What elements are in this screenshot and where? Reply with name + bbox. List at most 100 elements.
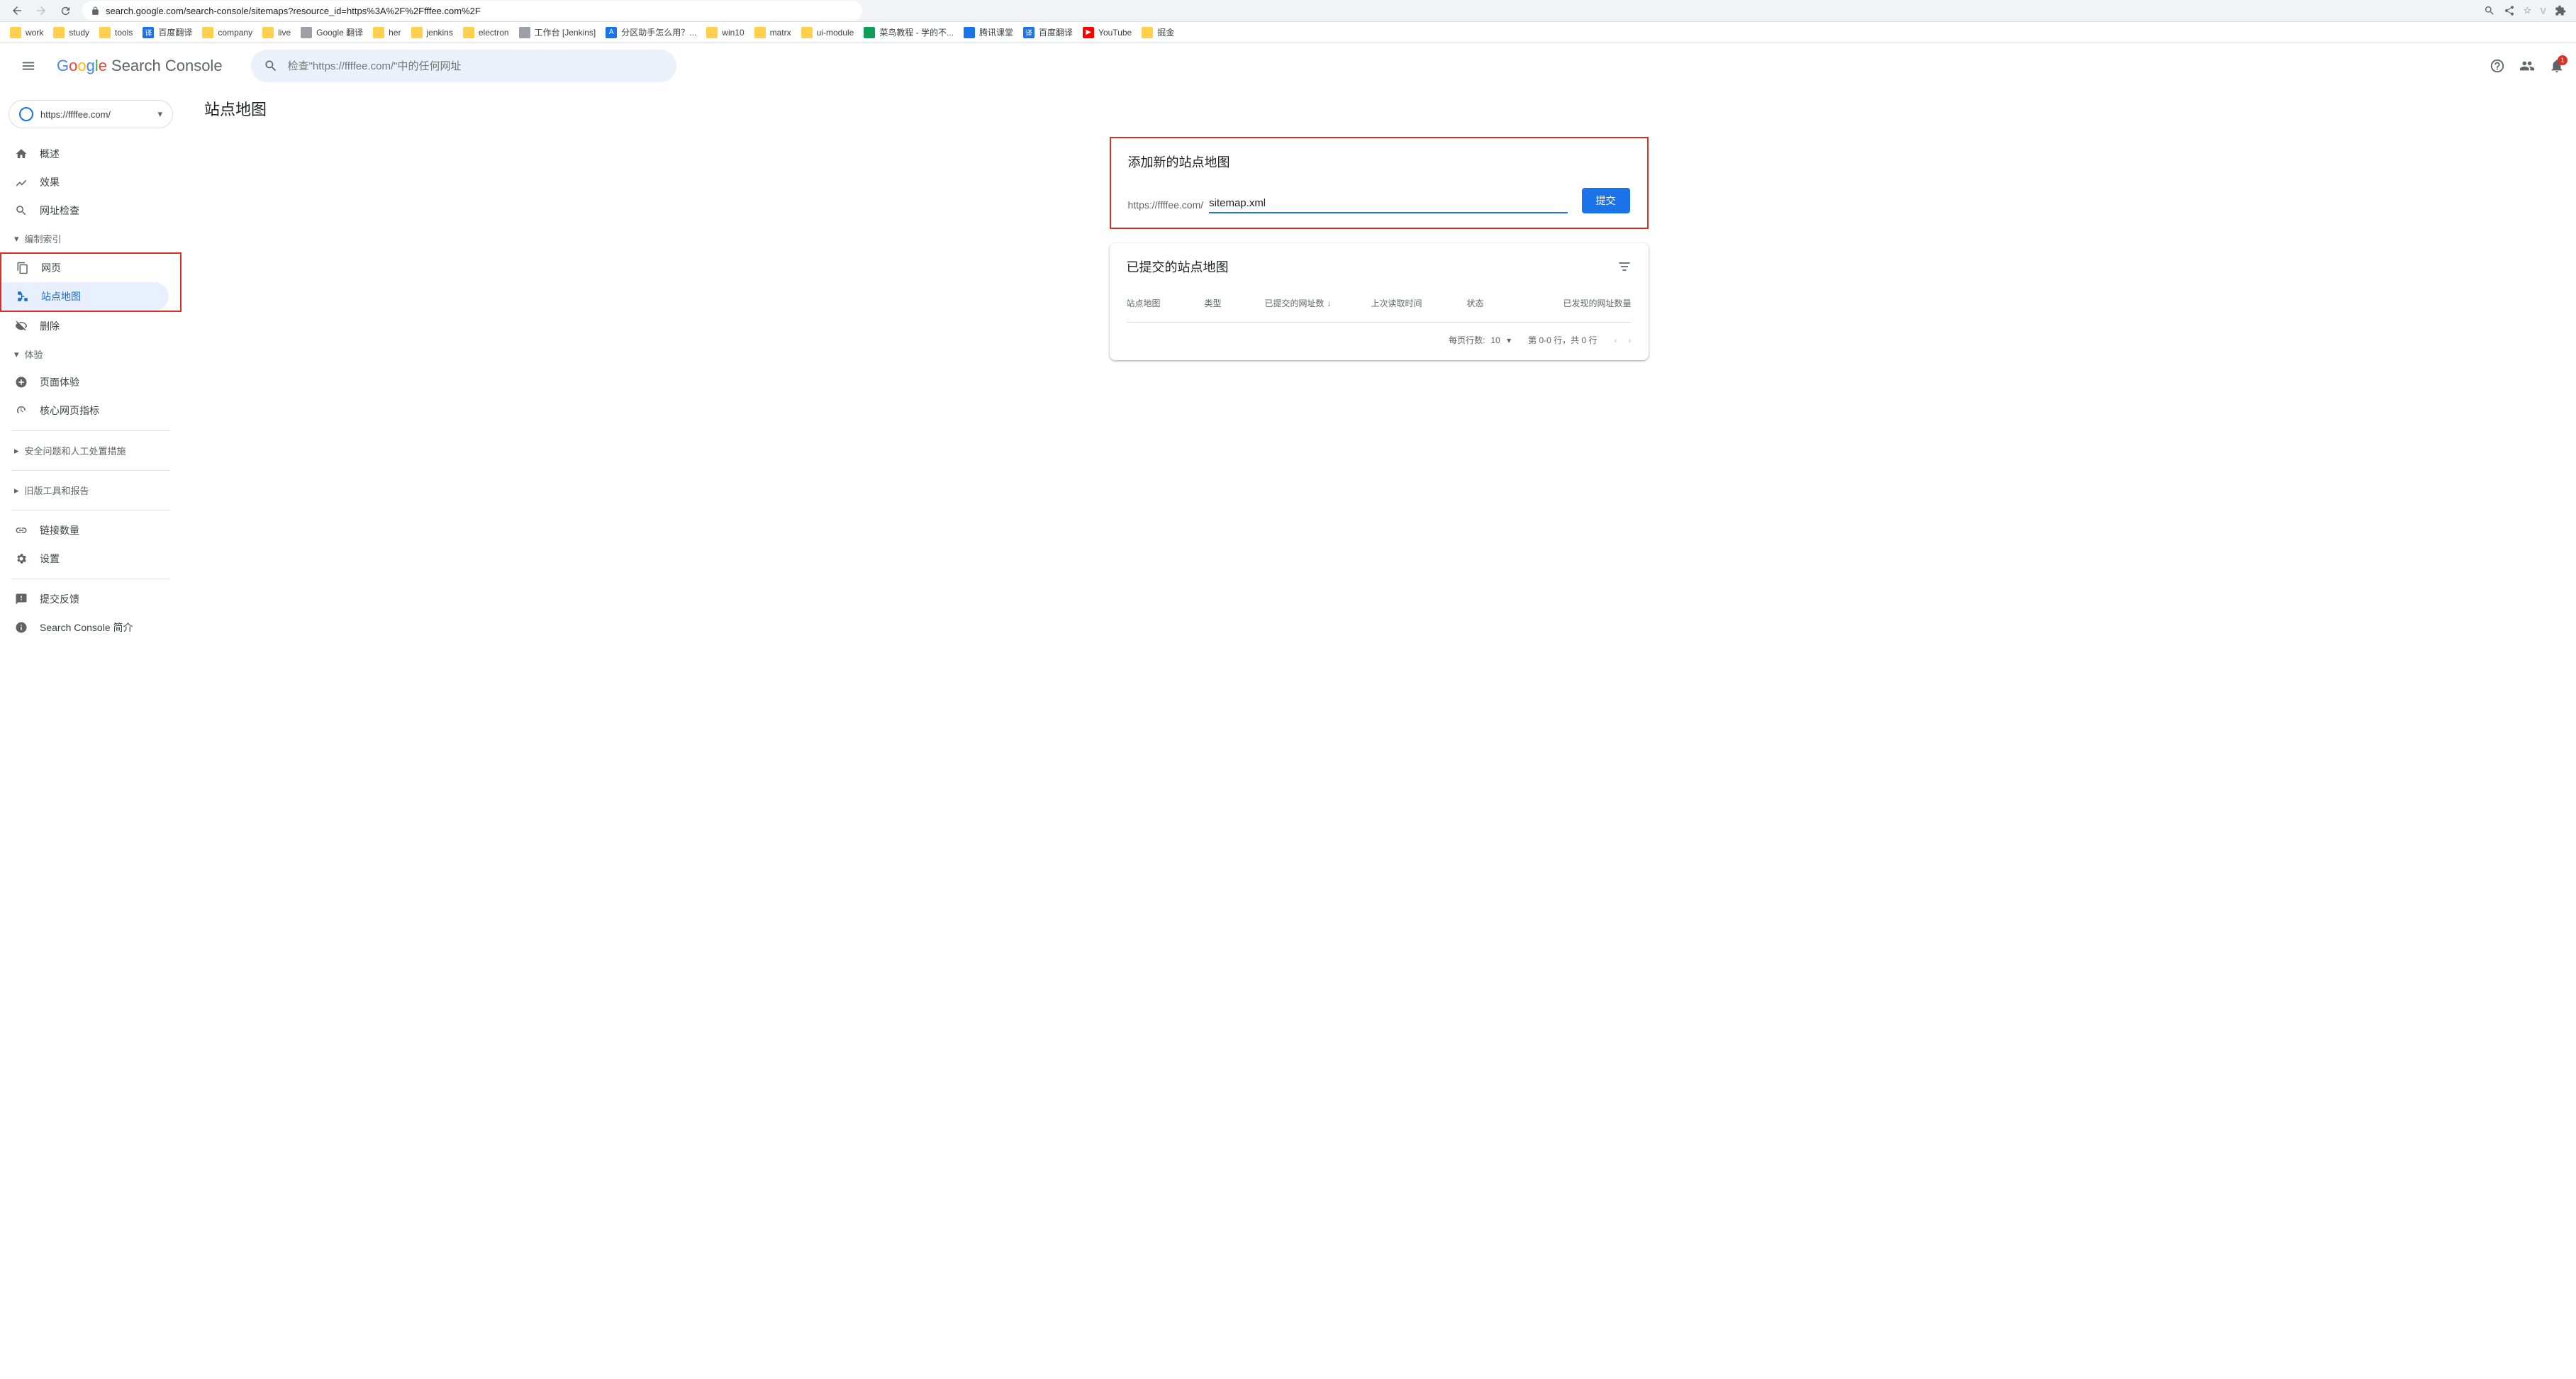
sidebar-item-sitemaps[interactable]: 站点地图: [1, 282, 169, 311]
sidebar-item-links[interactable]: 链接数量: [0, 516, 170, 545]
lock-icon: [91, 6, 100, 16]
chevron-down-icon: ▾: [1507, 335, 1511, 345]
property-selector[interactable]: https://ffffee.com/ ▾: [9, 100, 173, 128]
bookmark-item[interactable]: company: [202, 27, 252, 38]
page-title: 站点地图: [199, 97, 2559, 120]
chart-icon: [14, 176, 28, 189]
submit-button[interactable]: 提交: [1582, 188, 1630, 213]
column-type[interactable]: 类型: [1205, 290, 1265, 316]
people-icon[interactable]: [2519, 58, 2535, 74]
bookmark-item[interactable]: 腾讯课堂: [964, 26, 1013, 38]
v-icon[interactable]: V: [2540, 6, 2546, 16]
forward-button[interactable]: [34, 4, 48, 18]
bookmark-item[interactable]: study: [53, 27, 89, 38]
browser-toolbar: search.google.com/search-console/sitemap…: [0, 0, 2576, 22]
sidebar-item-feedback[interactable]: 提交反馈: [0, 585, 170, 613]
sitemap-url-input[interactable]: [1209, 196, 1567, 213]
column-last-read[interactable]: 上次读取时间: [1371, 290, 1467, 316]
table-pagination: 每页行数: 10 ▾ 第 0-0 行，共 0 行 ‹ ›: [1127, 322, 1632, 346]
bookmarks-bar: work study tools 译百度翻译 company live Goog…: [0, 22, 2576, 43]
bookmark-item[interactable]: 译百度翻译: [1023, 26, 1073, 38]
table-header: 站点地图 类型 已提交的网址数 ↓ 上次读取时间 状态 已发现的网址数量: [1127, 290, 1632, 316]
bookmark-item[interactable]: tools: [99, 27, 133, 38]
visibility-off-icon: [14, 320, 28, 333]
sidebar-item-pages[interactable]: 网页: [1, 254, 169, 282]
sidebar-item-removals[interactable]: 删除: [0, 312, 170, 340]
bookmark-item[interactable]: ▶YouTube: [1083, 27, 1132, 38]
help-icon[interactable]: [2489, 58, 2505, 74]
back-button[interactable]: [10, 4, 24, 18]
sidebar-item-overview[interactable]: 概述: [0, 140, 170, 168]
reload-button[interactable]: [58, 4, 72, 18]
url-prefix: https://ffffee.com/: [1128, 199, 1204, 213]
home-icon: [14, 147, 28, 160]
sidebar-section-indexing[interactable]: ▾ 编制索引: [0, 225, 182, 252]
search-icon: [14, 204, 28, 217]
chevron-down-icon: ▾: [157, 108, 162, 120]
bookmark-item[interactable]: 菜鸟教程 - 学的不...: [864, 26, 954, 38]
extensions-icon[interactable]: [2555, 5, 2566, 16]
bookmark-item[interactable]: win10: [706, 27, 744, 38]
bookmark-item[interactable]: A分区助手怎么用？...: [606, 26, 696, 38]
sidebar-section-experience[interactable]: ▾ 体验: [0, 340, 182, 368]
rows-per-page-select[interactable]: 10 ▾: [1490, 335, 1511, 345]
globe-icon: [19, 107, 33, 121]
bookmark-item[interactable]: her: [373, 27, 401, 38]
sidebar-section-legacy[interactable]: ▸ 旧版工具和报告: [0, 476, 182, 504]
column-discovered[interactable]: 已发现的网址数量: [1563, 290, 1632, 316]
star-icon[interactable]: ☆: [2524, 5, 2532, 16]
property-url: https://ffffee.com/: [40, 109, 111, 120]
sidebar-item-page-experience[interactable]: 页面体验: [0, 368, 170, 396]
sidebar: https://ffffee.com/ ▾ 概述 效果 网址检查 ▾ 编制索引: [0, 89, 182, 1379]
chevron-right-icon: ▸: [14, 445, 19, 457]
sidebar-item-performance[interactable]: 效果: [0, 168, 170, 196]
app-header: Google Search Console 1: [0, 43, 2576, 89]
sort-arrow-down-icon: ↓: [1327, 298, 1332, 308]
url-text: search.google.com/search-console/sitemap…: [106, 6, 481, 16]
add-sitemap-card: 添加新的站点地图 https://ffffee.com/ 提交: [1110, 137, 1649, 229]
filter-icon[interactable]: [1617, 259, 1632, 274]
url-inspect-search[interactable]: [251, 50, 676, 82]
page-icon: [16, 262, 30, 274]
sidebar-item-settings[interactable]: 设置: [0, 545, 170, 573]
link-icon: [14, 524, 28, 537]
url-inspect-input[interactable]: [288, 60, 664, 72]
sitemap-icon: [16, 290, 30, 303]
bookmark-item[interactable]: matrx: [754, 27, 791, 38]
bookmark-item[interactable]: 工作台 [Jenkins]: [519, 26, 596, 38]
sidebar-item-cwv[interactable]: 核心网页指标: [0, 396, 170, 425]
hamburger-menu-button[interactable]: [11, 49, 45, 83]
card-title: 已提交的站点地图: [1127, 257, 1229, 276]
address-bar[interactable]: search.google.com/search-console/sitemap…: [82, 1, 862, 21]
column-submitted[interactable]: 已提交的网址数 ↓: [1265, 290, 1371, 316]
sidebar-item-about[interactable]: Search Console 简介: [0, 613, 170, 642]
notifications-icon[interactable]: 1: [2549, 58, 2565, 74]
main-content: 站点地图 添加新的站点地图 https://ffffee.com/ 提交 已提交…: [182, 89, 2576, 1379]
bookmark-item[interactable]: live: [262, 27, 291, 38]
bookmark-item[interactable]: 译百度翻译: [143, 26, 192, 38]
next-page-button[interactable]: ›: [1629, 335, 1632, 345]
sidebar-section-security[interactable]: ▸ 安全问题和人工处置措施: [0, 437, 182, 464]
bookmark-item[interactable]: ui-module: [801, 27, 854, 38]
chevron-right-icon: ▸: [14, 485, 19, 496]
card-title: 添加新的站点地图: [1128, 152, 1630, 171]
search-icon[interactable]: [2484, 5, 2495, 16]
highlighted-box: 网页 站点地图: [0, 252, 182, 312]
bookmark-item[interactable]: Google 翻译: [301, 26, 363, 38]
bookmark-item[interactable]: work: [10, 27, 43, 38]
speed-icon: [14, 404, 28, 417]
google-search-console-logo[interactable]: Google Search Console: [57, 57, 223, 75]
gear-icon: [14, 552, 28, 565]
notification-badge: 1: [2558, 55, 2567, 65]
previous-page-button[interactable]: ‹: [1615, 335, 1617, 345]
pagination-range: 第 0-0 行，共 0 行: [1528, 334, 1597, 346]
feedback-icon: [14, 593, 28, 605]
share-icon[interactable]: [2504, 5, 2515, 16]
chevron-down-icon: ▾: [14, 349, 19, 360]
bookmark-item[interactable]: jenkins: [411, 27, 453, 38]
column-status[interactable]: 状态: [1467, 290, 1563, 316]
column-sitemap[interactable]: 站点地图: [1127, 290, 1205, 316]
bookmark-item[interactable]: 掘金: [1142, 26, 1174, 38]
sidebar-item-url-inspect[interactable]: 网址检查: [0, 196, 170, 225]
bookmark-item[interactable]: electron: [463, 27, 509, 38]
